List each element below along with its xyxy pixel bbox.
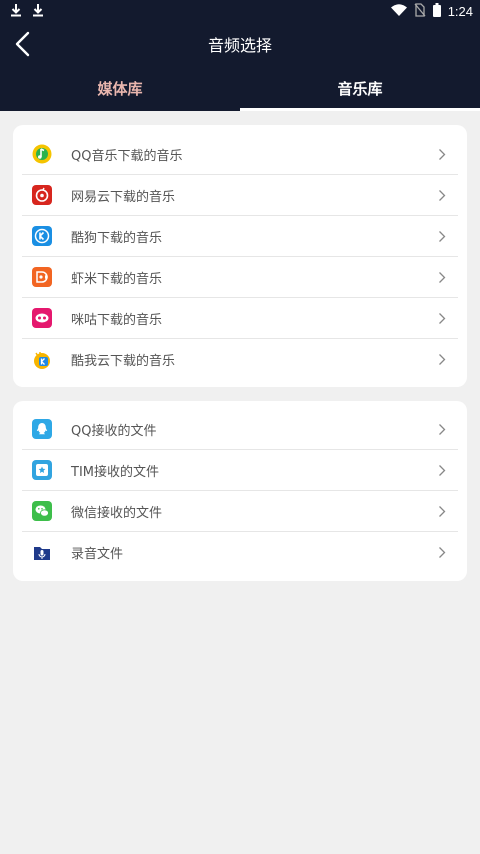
- tab-label: 媒体库: [97, 80, 143, 98]
- chevron-left-icon: [15, 31, 30, 57]
- chevron-right-icon: [439, 424, 446, 435]
- file-sources-card: QQ接收的文件 TIM接收的文件 微信接收的文件 录音文件: [13, 401, 467, 581]
- page-title: 音频选择: [207, 36, 272, 55]
- list-item-label: 咪咕下载的音乐: [71, 312, 163, 328]
- xiami-icon: [32, 267, 52, 287]
- chevron-right-icon: [439, 506, 446, 517]
- chevron-right-icon: [439, 149, 446, 160]
- list-item-label: 酷我云下载的音乐: [71, 354, 176, 369]
- list-item-netease-music[interactable]: 网易云下载的音乐: [22, 175, 458, 216]
- music-app-sources-card: QQ音乐下载的音乐 网易云下载的音乐 酷狗下载的音乐 虾米下载的音乐 咪咕下载的…: [13, 125, 467, 387]
- list-item-qq-files[interactable]: QQ接收的文件: [22, 409, 458, 450]
- status-time: 1:24: [447, 3, 473, 19]
- list-item-label: 微信接收的文件: [71, 505, 163, 521]
- title-bar: 音频选择: [0, 22, 480, 66]
- tim-icon: [32, 460, 52, 480]
- active-tab-indicator: [240, 108, 480, 111]
- chevron-right-icon: [439, 465, 446, 476]
- chevron-right-icon: [439, 272, 446, 283]
- qq-icon: [32, 419, 52, 439]
- recording-icon: [32, 543, 52, 563]
- back-button[interactable]: [12, 30, 36, 58]
- list-item-label: TIM接收的文件: [71, 464, 159, 480]
- status-bar: 1:24: [0, 0, 480, 22]
- chevron-right-icon: [439, 231, 446, 242]
- wifi-icon: [390, 3, 407, 19]
- no-sim-icon: [414, 2, 426, 20]
- kugou-icon: [32, 226, 52, 246]
- migu-icon: [32, 308, 52, 328]
- wechat-icon: [32, 501, 52, 521]
- list-item-qq-music[interactable]: QQ音乐下载的音乐: [22, 134, 458, 175]
- qq-music-icon: [32, 144, 52, 164]
- list-item-label: 虾米下载的音乐: [71, 271, 163, 287]
- chevron-right-icon: [439, 354, 446, 365]
- chevron-right-icon: [439, 547, 446, 558]
- tab-label: 音乐库: [337, 80, 383, 98]
- kuwo-icon: [32, 350, 52, 370]
- list-item-xiami-music[interactable]: 虾米下载的音乐: [22, 257, 458, 298]
- list-item-label: QQ接收的文件: [71, 423, 157, 439]
- list-item-kugou-music[interactable]: 酷狗下载的音乐: [22, 216, 458, 257]
- list-item-label: 酷狗下载的音乐: [71, 230, 163, 246]
- tab-music-library[interactable]: 音乐库: [240, 66, 480, 111]
- list-item-label: QQ音乐下载的音乐: [71, 148, 183, 164]
- list-item-wechat-files[interactable]: 微信接收的文件: [22, 491, 458, 532]
- list-item-label: 录音文件: [71, 547, 124, 562]
- list-item-tim-files[interactable]: TIM接收的文件: [22, 450, 458, 491]
- chevron-right-icon: [439, 313, 446, 324]
- battery-icon: [432, 2, 441, 20]
- list-item-label: 网易云下载的音乐: [71, 189, 176, 205]
- app-header: 1:24 音频选择 媒体库 音乐库: [0, 0, 480, 111]
- download-icon: [10, 2, 22, 21]
- list-item-migu-music[interactable]: 咪咕下载的音乐: [22, 298, 458, 339]
- list-item-kuwo-music[interactable]: 酷我云下载的音乐: [22, 339, 458, 380]
- tab-bar: 媒体库 音乐库: [0, 66, 480, 111]
- netease-cloud-music-icon: [32, 185, 52, 205]
- chevron-right-icon: [439, 190, 446, 201]
- download-icon: [32, 2, 44, 21]
- tab-media-library[interactable]: 媒体库: [0, 66, 240, 111]
- list-item-recordings[interactable]: 录音文件: [22, 532, 458, 573]
